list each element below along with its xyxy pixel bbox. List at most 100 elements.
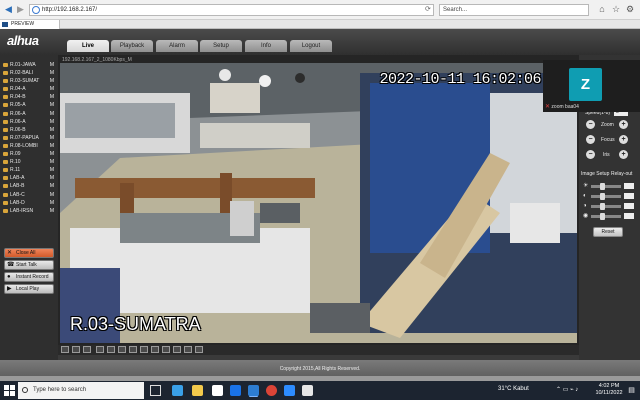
back-icon[interactable]: ◀ xyxy=(3,4,14,15)
channel-item[interactable]: R.06-A M xyxy=(2,118,56,126)
channel-stream-flag[interactable]: M xyxy=(50,118,54,126)
channel-item[interactable]: R.04-B M xyxy=(2,93,56,101)
fullscreen-icon[interactable] xyxy=(83,346,91,353)
layout-4-icon[interactable] xyxy=(72,346,80,353)
channel-item[interactable]: R.03-SUMAT M xyxy=(2,77,56,85)
channel-item[interactable]: R.08-LOMBI M xyxy=(2,142,56,150)
channel-stream-flag[interactable]: M xyxy=(50,191,54,199)
taskbar-search-input[interactable]: Type here to search xyxy=(18,382,144,399)
favorites-star-icon[interactable]: ☆ xyxy=(610,3,622,15)
channel-stream-flag[interactable]: M xyxy=(50,199,54,207)
layout-13-icon[interactable] xyxy=(129,346,137,353)
edge-icon[interactable] xyxy=(172,385,183,396)
image-setup-tab[interactable]: Image Setup xyxy=(581,171,609,177)
layout-25-icon[interactable] xyxy=(162,346,170,353)
internet-explorer-icon[interactable] xyxy=(248,385,259,396)
iris-close-icon[interactable]: − xyxy=(586,150,595,159)
zoom-app-icon[interactable] xyxy=(284,385,295,396)
channel-stream-flag[interactable]: M xyxy=(50,134,54,142)
layout-8-icon[interactable] xyxy=(107,346,115,353)
home-icon[interactable]: ⌂ xyxy=(596,3,608,15)
channel-stream-flag[interactable]: M xyxy=(50,166,54,174)
slider-knob[interactable] xyxy=(599,193,605,200)
task-view-icon[interactable] xyxy=(150,385,161,396)
slider-knob[interactable] xyxy=(599,213,605,220)
store-icon[interactable] xyxy=(212,385,223,396)
channel-stream-flag[interactable]: M xyxy=(50,207,54,215)
windows-start-icon[interactable] xyxy=(4,385,15,396)
channel-stream-flag[interactable]: M xyxy=(50,85,54,93)
notification-icon[interactable]: ▤ xyxy=(627,386,636,395)
instant-record-button[interactable]: ● Instant Record xyxy=(4,272,54,282)
channel-stream-flag[interactable]: M xyxy=(50,142,54,150)
address-bar[interactable]: http://192.168.2.167/ xyxy=(29,4,434,16)
channel-stream-flag[interactable]: M xyxy=(50,150,54,158)
channel-stream-flag[interactable]: M xyxy=(50,174,54,182)
local-play-button[interactable]: ▶ Local Play xyxy=(4,284,54,294)
zoom-participant-overlay[interactable]: Z ✕ zoom baa04 xyxy=(543,60,640,112)
channel-stream-flag[interactable]: M xyxy=(50,93,54,101)
layout-1-icon[interactable] xyxy=(61,346,69,353)
refresh-icon[interactable]: ⟳ xyxy=(425,4,431,16)
layout-custom-icon[interactable] xyxy=(195,346,203,353)
layout-64-icon[interactable] xyxy=(184,346,192,353)
channel-item[interactable]: LAB-D M xyxy=(2,199,56,207)
focus-near-icon[interactable]: − xyxy=(586,135,595,144)
slider-knob[interactable] xyxy=(599,203,605,210)
browser-tab-preview[interactable]: PREVIEW xyxy=(0,20,60,29)
channel-item[interactable]: LAB-C M xyxy=(2,191,56,199)
channel-stream-flag[interactable]: M xyxy=(50,69,54,77)
channel-stream-flag[interactable]: M xyxy=(50,158,54,166)
channel-item[interactable]: LAB-IRSN M xyxy=(2,207,56,215)
focus-far-icon[interactable]: + xyxy=(619,135,628,144)
channel-item[interactable]: R.09 M xyxy=(2,150,56,158)
tab-alarm[interactable]: Alarm xyxy=(156,40,198,52)
settings-gear-icon[interactable]: ⚙ xyxy=(624,3,636,15)
start-talk-button[interactable]: ☎ Start Talk xyxy=(4,260,54,270)
iris-open-icon[interactable]: + xyxy=(619,150,628,159)
close-all-button[interactable]: ✕ Close All xyxy=(4,248,54,258)
tab-live[interactable]: Live xyxy=(67,40,109,52)
tab-info[interactable]: Info xyxy=(245,40,287,52)
slider-knob[interactable] xyxy=(599,183,605,190)
relay-out-tab[interactable]: Relay-out xyxy=(611,171,632,177)
channel-stream-flag[interactable]: M xyxy=(50,77,54,85)
channel-stream-flag[interactable]: M xyxy=(50,61,54,69)
saturation-slider[interactable] xyxy=(591,203,621,210)
channel-stream-flag[interactable]: M xyxy=(50,110,54,118)
channel-item[interactable]: R.05-A M xyxy=(2,101,56,109)
zoom-out-icon[interactable]: − xyxy=(586,120,595,129)
brightness-slider[interactable] xyxy=(591,183,621,190)
file-explorer-icon[interactable] xyxy=(192,385,203,396)
reset-button[interactable]: Reset xyxy=(593,227,623,237)
layout-36-icon[interactable] xyxy=(173,346,181,353)
channel-item[interactable]: R.02-BALI M xyxy=(2,69,56,77)
app-icon[interactable] xyxy=(302,385,313,396)
layout-9-icon[interactable] xyxy=(118,346,126,353)
channel-stream-flag[interactable]: M xyxy=(50,126,54,134)
forward-icon[interactable]: ▶ xyxy=(15,4,26,15)
mail-icon[interactable] xyxy=(230,385,241,396)
taskbar-clock[interactable]: 4:02 PM 10/11/2022 xyxy=(594,383,624,397)
channel-item[interactable]: R.06-A M xyxy=(2,110,56,118)
layout-6-icon[interactable] xyxy=(96,346,104,353)
channel-item[interactable]: LAB-B M xyxy=(2,182,56,190)
tab-logout[interactable]: Logout xyxy=(290,40,332,52)
channel-item[interactable]: R.06-B M xyxy=(2,126,56,134)
chrome-icon[interactable] xyxy=(266,385,277,396)
browser-search-input[interactable]: Search... xyxy=(439,4,589,16)
camera-video-feed[interactable]: 2022-10-11 16:02:06 R.03-SUMATRA xyxy=(60,63,577,343)
layout-20-icon[interactable] xyxy=(151,346,159,353)
zoom-in-icon[interactable]: + xyxy=(619,120,628,129)
hue-slider[interactable] xyxy=(591,213,621,220)
channel-item[interactable]: R.10 M xyxy=(2,158,56,166)
contrast-slider[interactable] xyxy=(591,193,621,200)
tab-playback[interactable]: Playback xyxy=(111,40,153,52)
tab-setup[interactable]: Setup xyxy=(200,40,242,52)
channel-item[interactable]: LAB-A M xyxy=(2,174,56,182)
layout-16-icon[interactable] xyxy=(140,346,148,353)
system-tray-icons[interactable]: ⌃ ▭ ⌁ ♪ xyxy=(556,386,578,393)
channel-item[interactable]: R.04-A M xyxy=(2,85,56,93)
channel-item[interactable]: R.07-PAPUA M xyxy=(2,134,56,142)
channel-item[interactable]: R.11 M xyxy=(2,166,56,174)
